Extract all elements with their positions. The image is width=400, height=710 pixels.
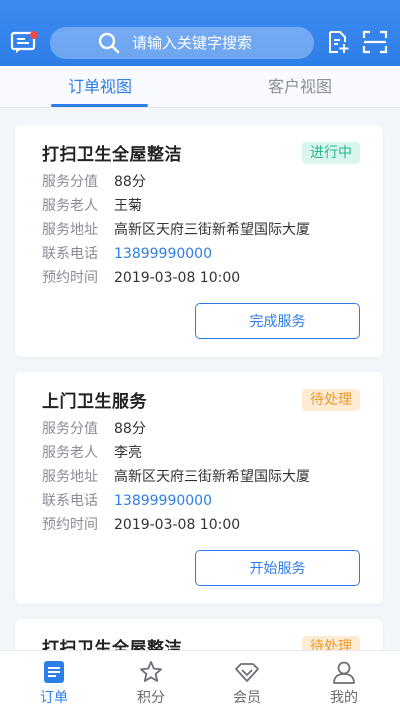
order-card: 上门卫生服务 待处理 服务分值 88分 服务老人 李亮 服务地址 高新区天府三街新希望…: [15, 372, 383, 604]
tab-order-view[interactable]: 订单视图: [0, 66, 200, 108]
bottom-nav: 订单 积分 会员 我的: [0, 650, 400, 710]
elder-value: 王菊: [114, 198, 142, 214]
order-time-row: 预约时间 2019-03-08 10:00: [42, 268, 240, 288]
order-title: 上门卫生服务: [42, 392, 147, 412]
nav-label: 会员: [233, 690, 261, 706]
top-bar: [0, 0, 400, 66]
add-document-button[interactable]: [326, 30, 350, 54]
elder-value: 李亮: [114, 445, 142, 461]
person-icon: [333, 661, 355, 684]
order-phone-row: 联系电话 13899990000: [42, 244, 212, 264]
search-bar[interactable]: [50, 27, 314, 59]
nav-item-orders[interactable]: 订单: [4, 651, 104, 710]
time-value: 2019-03-08 10:00: [114, 517, 241, 533]
nav-item-mine[interactable]: 我的: [294, 651, 394, 710]
status-badge: 待处理: [302, 389, 360, 411]
order-title: 打扫卫生全屋整洁: [42, 145, 182, 165]
view-tabs: 订单视图 客户视图: [0, 66, 400, 108]
time-label: 预约时间: [42, 517, 98, 533]
tab-customer-view[interactable]: 客户视图: [200, 66, 400, 108]
nav-label: 订单: [40, 690, 68, 706]
address-label: 服务地址: [42, 222, 98, 238]
time-value: 2019-03-08 10:00: [114, 270, 241, 286]
order-time-row: 预约时间 2019-03-08 10:00: [42, 515, 240, 535]
nav-item-points[interactable]: 积分: [101, 651, 201, 710]
message-icon: [10, 31, 38, 53]
time-label: 预约时间: [42, 270, 98, 286]
diamond-icon: [235, 663, 259, 682]
document-add-icon: [329, 31, 349, 53]
order-score-row: 服务分值 88分: [42, 419, 146, 439]
order-list[interactable]: 打扫卫生全屋整洁 进行中 服务分值 88分 服务老人 王菊 服务地址 高新区天府三街新…: [0, 108, 400, 650]
tab-active-indicator: [51, 104, 148, 107]
elder-label: 服务老人: [42, 445, 98, 461]
status-badge: 待处理: [302, 636, 360, 650]
order-elder-row: 服务老人 李亮: [42, 443, 142, 463]
address-label: 服务地址: [42, 469, 98, 485]
score-label: 服务分值: [42, 174, 98, 190]
elder-label: 服务老人: [42, 198, 98, 214]
complete-service-button[interactable]: 完成服务: [195, 303, 360, 339]
score-value: 88分: [114, 174, 146, 190]
scan-icon: [362, 30, 388, 54]
score-value: 88分: [114, 421, 146, 437]
scan-button[interactable]: [362, 30, 388, 54]
phone-label: 联系电话: [42, 493, 98, 509]
start-service-button[interactable]: 开始服务: [195, 550, 360, 586]
phone-link[interactable]: 13899990000: [114, 493, 212, 509]
star-icon: [140, 661, 162, 682]
order-score-row: 服务分值 88分: [42, 172, 146, 192]
phone-label: 联系电话: [42, 246, 98, 262]
status-badge: 进行中: [302, 142, 360, 164]
order-phone-row: 联系电话 13899990000: [42, 491, 212, 511]
nav-label: 积分: [137, 690, 165, 706]
score-label: 服务分值: [42, 421, 98, 437]
nav-item-members[interactable]: 会员: [197, 651, 297, 710]
search-icon: [98, 32, 120, 54]
search-input[interactable]: [132, 32, 302, 54]
message-button[interactable]: [10, 30, 40, 54]
order-title: 打扫卫生全屋整洁: [42, 639, 182, 650]
order-elder-row: 服务老人 王菊: [42, 196, 142, 216]
nav-label: 我的: [330, 690, 358, 706]
address-value: 高新区天府三街新希望国际大厦: [114, 469, 310, 485]
order-icon: [44, 661, 64, 683]
order-card: 打扫卫生全屋整洁 待处理: [15, 619, 383, 650]
phone-link[interactable]: 13899990000: [114, 246, 212, 262]
order-address-row: 服务地址 高新区天府三街新希望国际大厦: [42, 220, 310, 240]
order-card: 打扫卫生全屋整洁 进行中 服务分值 88分 服务老人 王菊 服务地址 高新区天府三街新…: [15, 125, 383, 357]
order-address-row: 服务地址 高新区天府三街新希望国际大厦: [42, 467, 310, 487]
address-value: 高新区天府三街新希望国际大厦: [114, 222, 310, 238]
